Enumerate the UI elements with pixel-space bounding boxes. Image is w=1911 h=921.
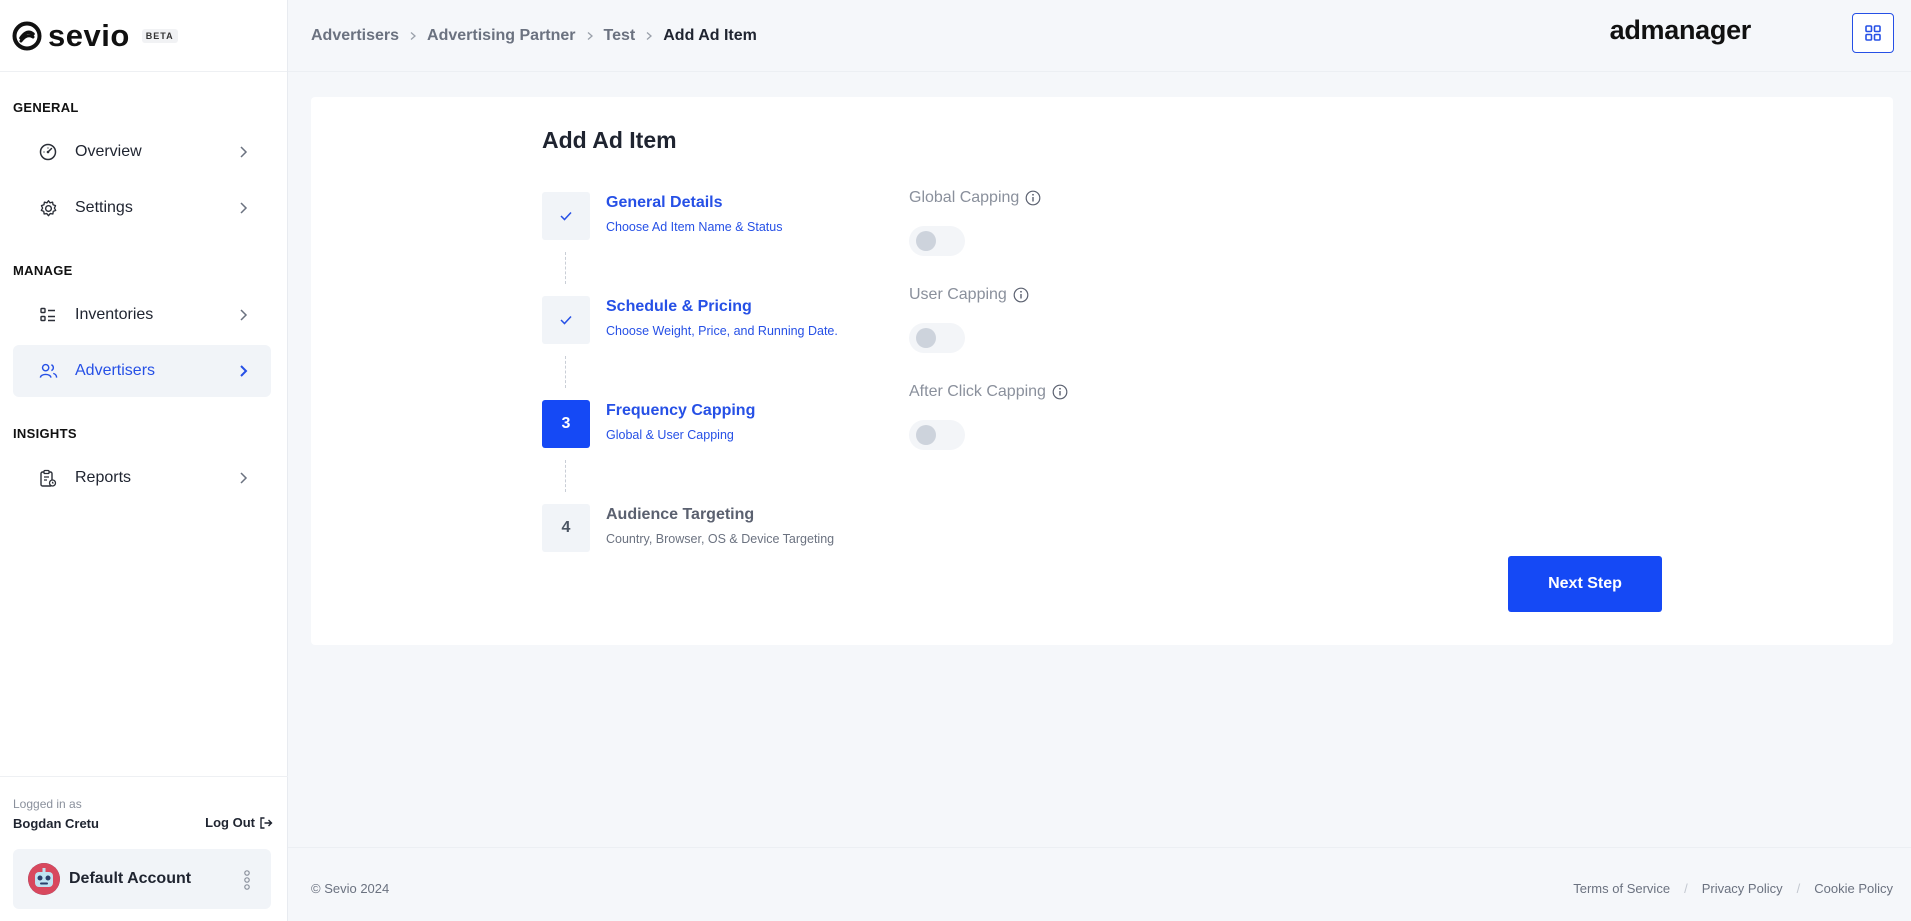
info-icon[interactable] xyxy=(1052,384,1068,400)
chevron-right-icon xyxy=(240,309,248,321)
toggle-knob xyxy=(916,231,936,251)
step-title: General Details xyxy=(606,194,723,211)
section-manage: MANAGE xyxy=(13,263,73,278)
footer-links: Terms of Service / Privacy Policy / Cook… xyxy=(1573,881,1893,896)
logout-button[interactable]: Log Out xyxy=(205,815,273,830)
step-audience-targeting[interactable]: 4 Audience Targeting Country, Browser, O… xyxy=(542,504,882,554)
list-icon xyxy=(38,305,58,325)
gear-icon xyxy=(38,198,58,218)
top-bar: Advertisers Advertising Partner Test Add… xyxy=(288,0,1911,72)
check-icon xyxy=(560,315,572,325)
global-capping-toggle[interactable] xyxy=(909,226,965,256)
grid-icon xyxy=(1865,25,1881,41)
sidebar-item-label: Advertisers xyxy=(75,362,156,379)
chevron-right-icon xyxy=(240,146,248,158)
sidebar: sevio BETA GENERAL Overview Settings MAN… xyxy=(0,0,288,921)
sidebar-item-reports[interactable]: Reports xyxy=(13,452,271,504)
user-capping-label: User Capping xyxy=(909,286,1029,304)
sidebar-item-advertisers[interactable]: Advertisers xyxy=(13,345,271,397)
step-title: Schedule & Pricing xyxy=(606,298,752,315)
gauge-icon xyxy=(38,142,58,162)
next-step-button[interactable]: Next Step xyxy=(1508,556,1662,612)
info-icon[interactable] xyxy=(1013,287,1029,303)
chevron-right-icon xyxy=(240,472,248,484)
cookie-policy-link[interactable]: Cookie Policy xyxy=(1814,881,1893,896)
after-click-capping-label: After Click Capping xyxy=(909,383,1068,401)
logout-icon xyxy=(260,816,273,829)
product-logo: admanager xyxy=(1609,15,1752,45)
toggle-knob xyxy=(916,328,936,348)
logout-label: Log Out xyxy=(205,815,255,830)
page-title: Add Ad Item xyxy=(542,127,677,153)
section-general: GENERAL xyxy=(13,100,79,115)
step-marker: 3 xyxy=(542,400,590,448)
after-click-capping-toggle[interactable] xyxy=(909,420,965,450)
users-icon xyxy=(38,361,58,381)
step-subtitle: Choose Ad Item Name & Status xyxy=(606,220,783,234)
step-marker xyxy=(542,192,590,240)
apps-menu-button[interactable] xyxy=(1852,13,1894,53)
footer-divider: / xyxy=(1684,881,1688,896)
info-icon[interactable] xyxy=(1025,190,1041,206)
step-marker: 4 xyxy=(542,504,590,552)
terms-of-service-link[interactable]: Terms of Service xyxy=(1573,881,1670,896)
sidebar-account-area: Logged in as Bogdan Cretu Log Out Defaul… xyxy=(0,776,288,921)
breadcrumb-current: Add Ad Item xyxy=(663,26,757,44)
toggle-knob xyxy=(916,425,936,445)
kebab-menu-icon[interactable] xyxy=(243,869,251,891)
copyright: © Sevio 2024 xyxy=(311,881,390,896)
footer-divider: / xyxy=(1796,881,1801,896)
global-capping-text: Global Capping xyxy=(909,189,1020,206)
sidebar-item-label: Reports xyxy=(75,469,132,486)
user-capping-text: User Capping xyxy=(909,286,1007,303)
step-frequency-capping[interactable]: 3 Frequency Capping Global & User Cappin… xyxy=(542,400,882,450)
beta-badge: BETA xyxy=(141,28,178,43)
sidebar-item-label: Overview xyxy=(75,143,142,160)
step-connector xyxy=(565,252,566,284)
brand-name: sevio xyxy=(48,17,130,53)
chevron-right-icon xyxy=(240,365,248,377)
breadcrumb-item[interactable]: Advertising Partner xyxy=(427,27,575,45)
step-connector xyxy=(565,460,566,492)
account-name: Default Account xyxy=(69,870,192,887)
report-icon xyxy=(38,468,58,488)
logged-in-label: Logged in as xyxy=(13,797,82,811)
sidebar-item-settings[interactable]: Settings xyxy=(13,182,271,234)
after-click-capping-text: After Click Capping xyxy=(909,383,1046,400)
sidebar-item-label: Settings xyxy=(75,199,133,216)
chevron-right-icon xyxy=(587,31,593,40)
account-switcher[interactable]: Default Account xyxy=(13,849,271,909)
step-subtitle: Global & User Capping xyxy=(606,428,734,442)
chevron-right-icon xyxy=(410,31,417,40)
user-capping-toggle[interactable] xyxy=(909,323,965,353)
step-subtitle: Country, Browser, OS & Device Targeting xyxy=(606,532,835,546)
sidebar-item-inventories[interactable]: Inventories xyxy=(13,289,271,341)
chevron-right-icon xyxy=(240,202,248,214)
page-footer: © Sevio 2024 Terms of Service / Privacy … xyxy=(288,847,1911,921)
logo[interactable]: sevio BETA xyxy=(0,0,287,72)
step-title: Frequency Capping xyxy=(606,402,756,419)
user-name: Bogdan Cretu xyxy=(13,816,99,831)
step-title: Audience Targeting xyxy=(606,506,755,523)
step-general-details[interactable]: General Details Choose Ad Item Name & St… xyxy=(542,192,882,242)
step-schedule-pricing[interactable]: Schedule & Pricing Choose Weight, Price,… xyxy=(542,296,882,346)
global-capping-label: Global Capping xyxy=(909,189,1041,207)
step-subtitle: Choose Weight, Price, and Running Date. xyxy=(606,324,838,338)
breadcrumb: Advertisers Advertising Partner Test Add… xyxy=(311,27,757,45)
sevio-logo-icon xyxy=(12,21,42,50)
sidebar-item-label: Inventories xyxy=(75,306,154,323)
add-ad-item-card: Add Ad Item General Details Choose Ad It… xyxy=(311,97,1893,645)
breadcrumb-item[interactable]: Test xyxy=(604,27,636,45)
privacy-policy-link[interactable]: Privacy Policy xyxy=(1702,881,1783,896)
check-icon xyxy=(560,211,572,221)
section-insights: INSIGHTS xyxy=(13,426,77,441)
chevron-right-icon xyxy=(646,31,653,40)
sidebar-item-overview[interactable]: Overview xyxy=(13,126,271,178)
breadcrumb-item[interactable]: Advertisers xyxy=(311,27,399,45)
step-marker xyxy=(542,296,590,344)
avatar xyxy=(28,863,60,895)
step-connector xyxy=(565,356,566,388)
